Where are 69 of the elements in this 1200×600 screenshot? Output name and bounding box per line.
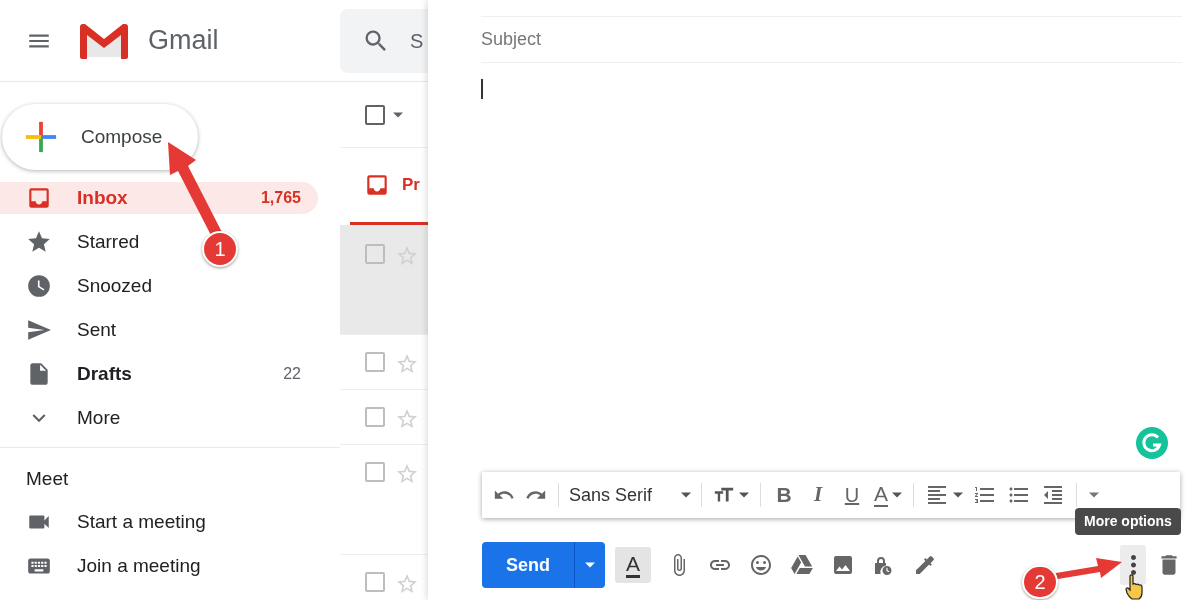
star-icon[interactable] xyxy=(395,244,419,268)
nav-label: Snoozed xyxy=(77,273,152,298)
section-heading: Meet xyxy=(25,468,70,490)
align-left-icon xyxy=(925,483,949,507)
star-icon[interactable] xyxy=(395,407,419,431)
nav-label: More xyxy=(77,405,121,430)
nav-item[interactable]: More xyxy=(0,402,129,434)
send-icon xyxy=(26,317,52,343)
caret-icon xyxy=(953,492,963,498)
send-options-button[interactable] xyxy=(574,542,605,588)
hand-cursor-icon xyxy=(1125,574,1143,600)
caret-icon xyxy=(1089,492,1099,498)
envelope-logo-icon xyxy=(78,22,130,59)
checkbox[interactable] xyxy=(365,244,385,264)
nav-label: Drafts xyxy=(77,361,132,386)
caret-icon xyxy=(892,492,902,498)
checkbox[interactable] xyxy=(365,407,385,427)
text-color-button[interactable]: A xyxy=(869,483,907,507)
step-badge: 1 xyxy=(202,231,238,267)
pen-icon[interactable] xyxy=(913,553,937,577)
caret-icon xyxy=(393,111,403,118)
select-all-checkbox[interactable] xyxy=(365,104,385,125)
nav-item[interactable]: Inbox 1,765 xyxy=(0,182,318,214)
nav-item[interactable]: Starred xyxy=(0,226,148,258)
compose-button[interactable]: Compose xyxy=(2,104,198,170)
grammarly-icon[interactable] xyxy=(1136,427,1168,459)
meet-label: Start a meeting xyxy=(77,509,206,534)
nav-item[interactable]: Snoozed xyxy=(0,270,160,302)
indent-less-icon xyxy=(1041,483,1065,507)
star-icon[interactable] xyxy=(395,352,419,376)
font-select[interactable]: Sans Serif xyxy=(565,479,695,511)
formatting-options-button[interactable]: A xyxy=(615,547,651,583)
image-icon[interactable] xyxy=(831,553,855,577)
caret-icon xyxy=(681,492,691,498)
checkbox[interactable] xyxy=(365,352,385,372)
inbox-icon xyxy=(364,172,390,198)
more-vertical-icon xyxy=(1130,555,1136,575)
italic-button[interactable]: I xyxy=(801,479,835,511)
star-icon[interactable] xyxy=(395,572,419,596)
item-count: 22 xyxy=(283,364,301,384)
tooltip: More options xyxy=(1075,508,1181,535)
nav-item[interactable]: Drafts 22 xyxy=(0,358,318,390)
send-button[interactable]: Send xyxy=(482,542,574,588)
inbox-icon xyxy=(26,185,52,211)
product-name: Gmail xyxy=(148,24,219,58)
bold-button[interactable]: B xyxy=(767,479,801,511)
meet-item[interactable]: Join a meeting xyxy=(0,550,340,582)
star-icon xyxy=(26,229,52,255)
checkbox[interactable] xyxy=(365,572,385,592)
nav-label: Starred xyxy=(77,229,140,254)
nav-label: Sent xyxy=(77,317,117,342)
checkbox[interactable] xyxy=(365,462,385,482)
caret-icon xyxy=(739,492,749,498)
clock-icon xyxy=(26,273,52,299)
plus-icon xyxy=(24,120,58,154)
meet-label: Join a meeting xyxy=(77,553,201,578)
nav-label: Inbox xyxy=(77,185,128,210)
underline-button[interactable]: U xyxy=(835,480,869,510)
item-count: 1,765 xyxy=(260,188,301,208)
meet-item[interactable]: Start a meeting xyxy=(0,506,340,538)
subject-field[interactable]: Subject xyxy=(481,17,1182,63)
drive-icon[interactable] xyxy=(790,553,814,577)
text-cursor xyxy=(481,79,483,99)
star-icon[interactable] xyxy=(395,462,419,486)
caret-icon xyxy=(585,562,595,568)
search-field[interactable]: S xyxy=(340,8,428,73)
more-options-button[interactable] xyxy=(1120,545,1146,585)
smiley-icon[interactable] xyxy=(749,553,773,577)
nav-item[interactable]: Sent xyxy=(0,314,125,346)
